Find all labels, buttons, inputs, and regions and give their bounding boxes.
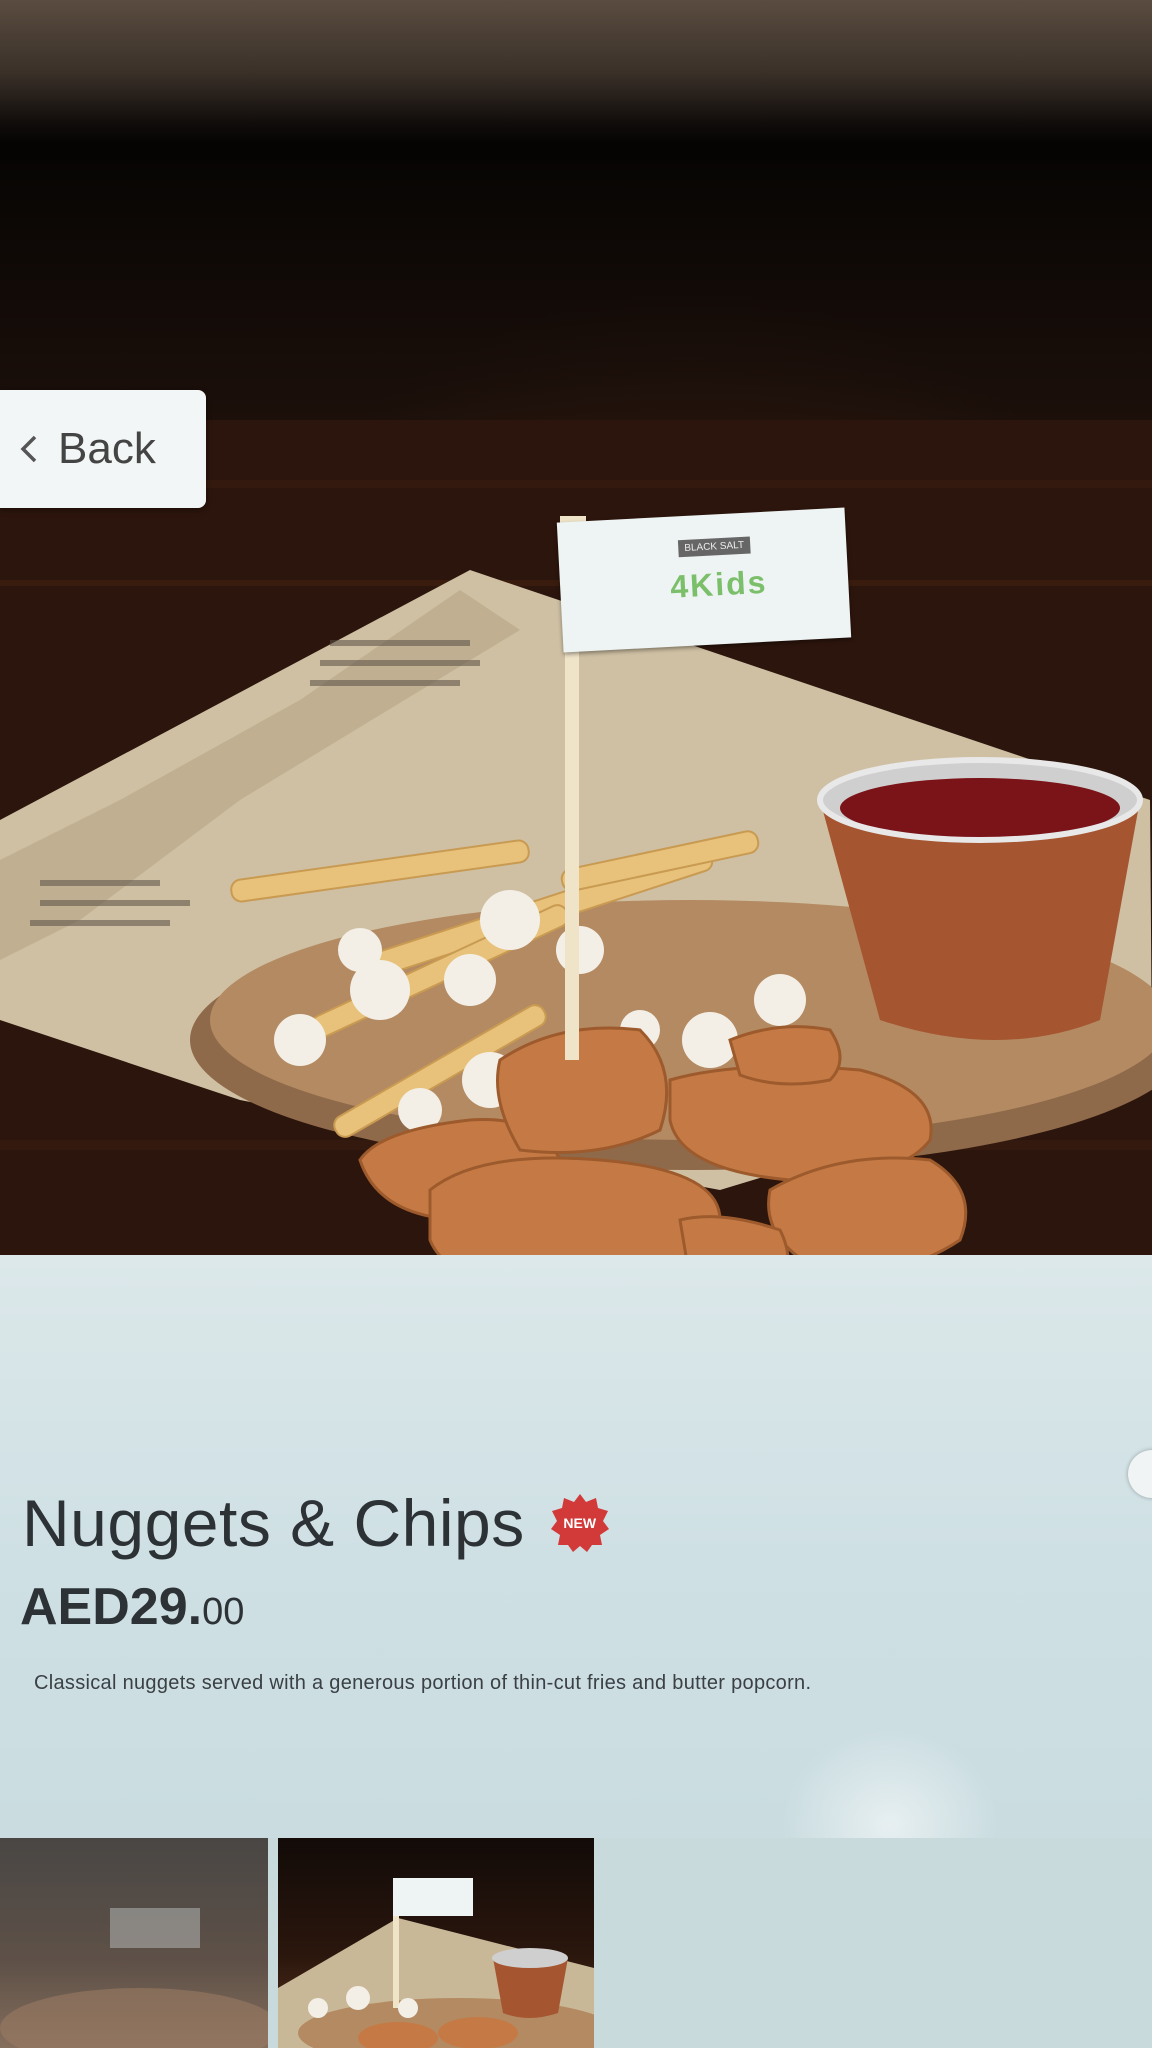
chevron-left-icon [14,429,44,469]
product-price: AED29.00 [20,1577,244,1637]
thumbnail-1[interactable] [0,1838,268,2048]
price-cents: 00 [202,1591,245,1633]
device-bezel [0,0,1152,130]
food-illustration [0,420,1152,1290]
price-main: AED29. [20,1578,203,1636]
product-title: Nuggets & Chips [22,1486,525,1560]
product-description: Classical nuggets served with a generous… [34,1672,812,1694]
flag-brand-large: 4Kids [669,563,769,605]
back-button[interactable]: Back [0,390,206,508]
flag: BLACK SALT 4Kids [556,507,852,653]
thumbnail-strip [0,1838,1152,2048]
flag-brand-small: BLACK SALT [677,536,751,558]
screen: BLACK SALT 4Kids Back Nuggets & Chips NE… [0,160,1152,2048]
product-photo: BLACK SALT 4Kids Back [0,160,1152,1290]
new-badge: NEW [550,1494,609,1552]
new-badge-label: NEW [563,1515,597,1531]
thumbnail-2[interactable] [278,1838,594,2048]
thumbnail-1-image [0,1908,268,2048]
device-frame: BLACK SALT 4Kids Back Nuggets & Chips NE… [0,0,1152,2048]
title-row: Nuggets & Chips NEW [22,1485,609,1561]
thumbnail-2-image [278,1878,594,2048]
back-label: Back [58,424,156,473]
